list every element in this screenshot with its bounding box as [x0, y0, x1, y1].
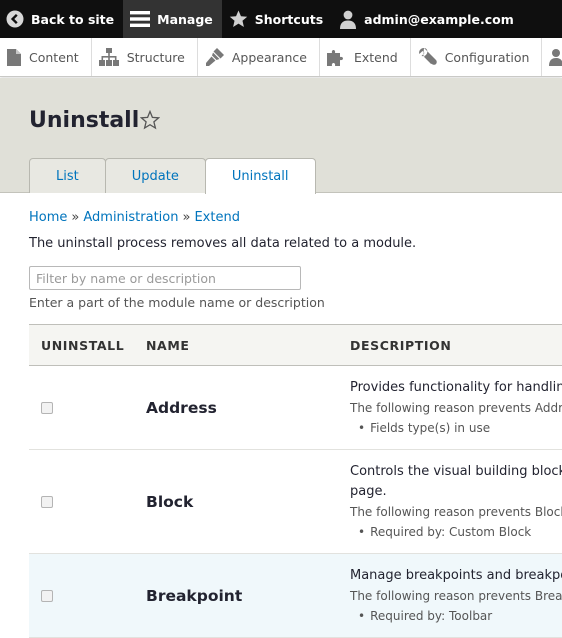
shortcuts-tab[interactable]: Shortcuts — [222, 0, 332, 38]
manage-tab[interactable]: Manage — [123, 0, 222, 38]
admin-tray: Content Structure Appearance Extend Conf… — [0, 38, 562, 77]
breadcrumb-separator: » — [182, 210, 191, 225]
tray-item-structure[interactable]: Structure — [92, 38, 198, 76]
module-name: Block — [134, 449, 338, 554]
page-header: Uninstall List Update Uninstall — [0, 78, 562, 194]
intro-text: The uninstall process removes all data r… — [29, 236, 417, 251]
header-uninstall: UNINSTALL — [29, 324, 134, 366]
toolbar-bar: Back to site Manage Shortcuts admin@exam… — [0, 0, 562, 38]
user-icon — [340, 10, 357, 29]
tray-item-people[interactable] — [542, 38, 562, 76]
module-description-cell: Controls the visual building block page.… — [338, 449, 562, 554]
user-label: admin@example.com — [364, 11, 514, 27]
file-icon — [7, 48, 21, 66]
uninstall-checkbox[interactable] — [41, 401, 53, 414]
reason-item-text: Required by: Toolbar — [370, 608, 493, 623]
module-description: Manage breakpoints and breakpo — [350, 567, 562, 583]
uninstall-checkbox[interactable] — [41, 589, 53, 602]
people-icon — [549, 49, 562, 66]
tab-list[interactable]: List — [29, 158, 106, 193]
hamburger-icon — [130, 11, 151, 27]
uninstall-checkbox[interactable] — [41, 495, 53, 508]
reason-item: • Fields type(s) in use — [350, 418, 562, 438]
module-reason: The following reason prevents Break — [350, 588, 562, 603]
tray-item-configuration[interactable]: Configuration — [411, 38, 543, 76]
back-to-site-link[interactable]: Back to site — [0, 0, 123, 38]
brush-icon — [205, 48, 224, 66]
user-tab[interactable]: admin@example.com — [332, 0, 523, 38]
breadcrumb-administration[interactable]: Administration — [83, 210, 178, 225]
bullet-icon: • — [358, 524, 366, 539]
manage-label: Manage — [157, 11, 213, 27]
module-reason: The following reason prevents Block — [350, 504, 562, 519]
header-name: NAME — [134, 324, 338, 366]
module-description-cell: Manage breakpoints and breakpo The follo… — [338, 553, 562, 638]
star-icon — [229, 10, 247, 27]
tray-item-label: Configuration — [444, 49, 530, 65]
reason-item: • Required by: Custom Block — [350, 522, 562, 542]
bullet-icon: • — [358, 420, 366, 435]
reason-item-text: Fields type(s) in use — [370, 420, 491, 435]
table-header-row: UNINSTALL NAME DESCRIPTION — [29, 324, 562, 366]
shortcut-star-icon[interactable] — [140, 110, 160, 130]
module-description-continued: page. — [350, 483, 387, 499]
back-to-site-label: Back to site — [31, 11, 115, 27]
module-description: Provides functionality for handlin — [350, 379, 562, 395]
puzzle-icon — [326, 50, 343, 66]
shortcuts-label: Shortcuts — [254, 11, 324, 27]
module-reason: The following reason prevents Addre — [350, 400, 562, 415]
modules-table: UNINSTALL NAME DESCRIPTION Address Provi… — [29, 324, 562, 638]
module-name: Address — [134, 365, 338, 450]
tray-item-appearance[interactable]: Appearance — [198, 38, 320, 76]
table-row: Block Controls the visual building block… — [29, 449, 562, 554]
breadcrumb-home[interactable]: Home — [29, 210, 67, 225]
primary-tabs: List Update Uninstall — [29, 158, 316, 194]
filter-input[interactable] — [29, 266, 301, 290]
wrench-icon — [418, 48, 437, 65]
header-description: DESCRIPTION — [338, 324, 562, 366]
chevron-left-circle-icon — [6, 10, 24, 28]
breadcrumb-separator: » — [71, 210, 80, 225]
tray-item-label: Structure — [126, 49, 185, 65]
table-row: Address Provides functionality for handl… — [29, 365, 562, 450]
tray-item-label: Extend — [353, 49, 398, 65]
tray-item-content[interactable]: Content — [0, 38, 92, 76]
tab-update[interactable]: Update — [104, 158, 206, 193]
module-description: Controls the visual building block — [350, 463, 562, 479]
bullet-icon: • — [358, 608, 366, 623]
table-row: Breakpoint Manage breakpoints and breakp… — [29, 553, 562, 638]
module-name: Breakpoint — [134, 553, 338, 638]
tray-item-label: Appearance — [231, 49, 307, 65]
page-title: Uninstall — [29, 108, 140, 133]
module-description-cell: Provides functionality for handlin The f… — [338, 365, 562, 450]
breadcrumb: Home» Administration» Extend — [29, 210, 240, 225]
tab-uninstall[interactable]: Uninstall — [204, 158, 316, 194]
tray-item-extend[interactable]: Extend — [320, 38, 411, 76]
breadcrumb-extend[interactable]: Extend — [194, 210, 240, 225]
sitemap-icon — [98, 48, 119, 66]
filter-description: Enter a part of the module name or descr… — [29, 295, 325, 310]
reason-item: • Required by: Toolbar — [350, 606, 562, 626]
reason-item-text: Required by: Custom Block — [370, 524, 532, 539]
tray-item-label: Content — [29, 49, 79, 65]
